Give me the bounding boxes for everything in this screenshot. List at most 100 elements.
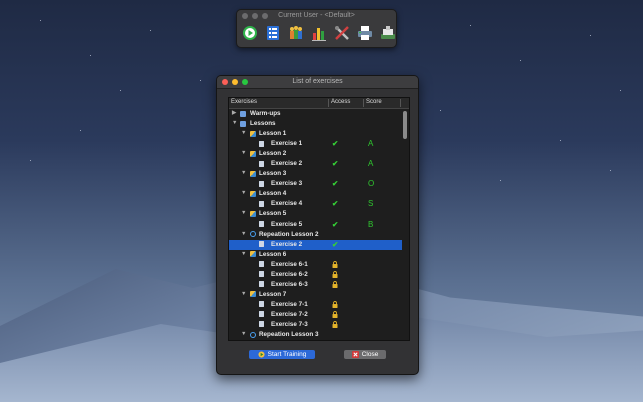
expand-triangle-icon[interactable]: ▶	[232, 110, 236, 116]
toolbar	[241, 24, 397, 42]
exercise-row[interactable]: Exercise 2 ✔	[229, 239, 402, 250]
start-training-icon	[258, 351, 265, 358]
collapse-triangle-icon[interactable]: ▼	[241, 251, 246, 257]
lesson-row[interactable]: ▼ Repeation Lesson 2	[229, 230, 402, 240]
start-training-button[interactable]: Start Training	[249, 350, 315, 359]
folder-row[interactable]: ▶ Warm-ups	[229, 109, 402, 119]
star	[40, 20, 41, 21]
exercise-row[interactable]: Exercise 7-1	[229, 300, 402, 310]
lesson-row[interactable]: ▼ Lesson 6	[229, 250, 402, 260]
exercise-row[interactable]: Exercise 6-2	[229, 270, 402, 280]
vertical-scrollbar[interactable]	[403, 109, 408, 339]
locked-icon	[332, 321, 338, 330]
star	[200, 80, 201, 81]
exercise-row[interactable]: Exercise 3 ✔ O	[229, 179, 402, 189]
exercise-tree[interactable]: Exercises Access Score ▶ Warm-ups ▼ Lessons…	[228, 97, 410, 341]
lesson-row[interactable]: ▼ Lesson 1	[229, 129, 402, 139]
import-button[interactable]	[379, 24, 397, 42]
collapse-triangle-icon[interactable]: ▼	[241, 210, 246, 216]
lesson-icon	[250, 210, 256, 217]
document-icon	[259, 281, 264, 288]
score-value: O	[368, 179, 375, 189]
lesson-row[interactable]: ▼ Repeation Lesson 3	[229, 330, 402, 340]
exercise-row[interactable]: Exercise 6-1	[229, 260, 402, 270]
row-label: Lessons	[250, 120, 276, 128]
tree-header: Exercises Access Score	[229, 98, 409, 109]
locked-icon	[332, 260, 338, 270]
exercise-row[interactable]: Exercise 2 ✔ A	[229, 159, 402, 169]
star	[120, 90, 121, 91]
play-button[interactable]	[241, 24, 259, 42]
folder-row[interactable]: ▼ Lessons	[229, 119, 402, 129]
lesson-row[interactable]: ▼ Lesson 3	[229, 169, 402, 179]
lesson-row[interactable]: ▼ Lesson 7	[229, 290, 402, 300]
collapse-triangle-icon[interactable]: ▼	[241, 291, 246, 297]
statistics-button[interactable]	[310, 24, 328, 42]
access-granted-check-icon: ✔	[332, 159, 339, 169]
row-label: Lesson 5	[259, 210, 287, 218]
exercise-row[interactable]: Exercise 7-3	[229, 320, 402, 330]
row-label: Lesson 4	[259, 190, 287, 198]
collapse-triangle-icon[interactable]: ▼	[241, 190, 246, 196]
toolbar-window-title: Current User - <Default>	[278, 12, 355, 19]
column-separator[interactable]	[363, 99, 364, 107]
star	[500, 180, 501, 181]
close-label: Close	[361, 351, 379, 358]
collapse-triangle-icon[interactable]: ▼	[241, 130, 246, 136]
scrollbar-thumb[interactable]	[403, 111, 407, 139]
locked-icon	[332, 270, 338, 280]
collapse-triangle-icon[interactable]: ▼	[241, 170, 246, 176]
lesson-row[interactable]: ▼ Lesson 5	[229, 209, 402, 219]
document-icon	[259, 271, 264, 278]
score-value: S	[368, 199, 374, 209]
access-granted-check-icon: ✔	[332, 139, 339, 149]
exercise-row[interactable]: Exercise 6-3	[229, 280, 402, 290]
column-header-access[interactable]: Access	[331, 99, 350, 105]
column-separator[interactable]	[328, 99, 329, 107]
row-label: Exercise 6-2	[271, 270, 308, 278]
settings-button[interactable]	[333, 24, 351, 42]
collapse-triangle-icon[interactable]: ▼	[241, 231, 246, 237]
score-value: A	[368, 139, 374, 149]
row-label: Exercise 6-3	[271, 280, 308, 288]
document-icon	[259, 261, 264, 268]
star	[440, 110, 441, 111]
exercise-row[interactable]: Exercise 4 ✔ S	[229, 199, 402, 209]
repeat-icon	[250, 331, 256, 338]
collapse-triangle-icon[interactable]: ▼	[232, 120, 237, 126]
row-label: Exercise 7-1	[271, 300, 308, 308]
close-button[interactable]: Close	[344, 350, 386, 359]
document-icon	[259, 180, 264, 187]
collapse-triangle-icon[interactable]: ▼	[241, 150, 246, 156]
lesson-row[interactable]: ▼ Lesson 4	[229, 189, 402, 199]
collapse-triangle-icon[interactable]: ▼	[241, 331, 246, 337]
star	[30, 160, 31, 161]
row-label: Repeation Lesson 2	[259, 230, 319, 238]
exercise-list-button[interactable]	[264, 24, 282, 42]
tools-icon	[335, 26, 349, 40]
exercise-row[interactable]: Exercise 7-2	[229, 310, 402, 320]
exercise-row[interactable]: Exercise 5 ✔ B	[229, 220, 402, 230]
start-training-label: Start Training	[267, 351, 307, 358]
column-header-score[interactable]: Score	[366, 99, 382, 105]
document-icon	[259, 321, 264, 328]
row-label: Lesson 6	[259, 250, 287, 258]
document-icon	[259, 140, 264, 147]
column-separator[interactable]	[400, 99, 401, 107]
toolbar-window-titlebar: Current User - <Default>	[237, 10, 396, 22]
users-button[interactable]	[287, 24, 305, 42]
list-icon	[267, 26, 279, 40]
lesson-row[interactable]: ▼ Lesson 2	[229, 149, 402, 159]
row-label: Warm-ups	[250, 110, 281, 117]
access-granted-check-icon: ✔	[332, 239, 339, 249]
star	[90, 55, 91, 56]
score-value: B	[368, 219, 374, 229]
lesson-icon	[250, 251, 256, 258]
toolbar-window: Current User - <Default>	[236, 9, 397, 48]
print-button[interactable]	[356, 24, 374, 42]
document-icon	[259, 241, 264, 248]
star	[590, 35, 591, 36]
exercise-row[interactable]: Exercise 1 ✔ A	[229, 139, 402, 149]
column-header-exercises[interactable]: Exercises	[231, 99, 257, 105]
row-label: Exercise 6-1	[271, 260, 308, 268]
